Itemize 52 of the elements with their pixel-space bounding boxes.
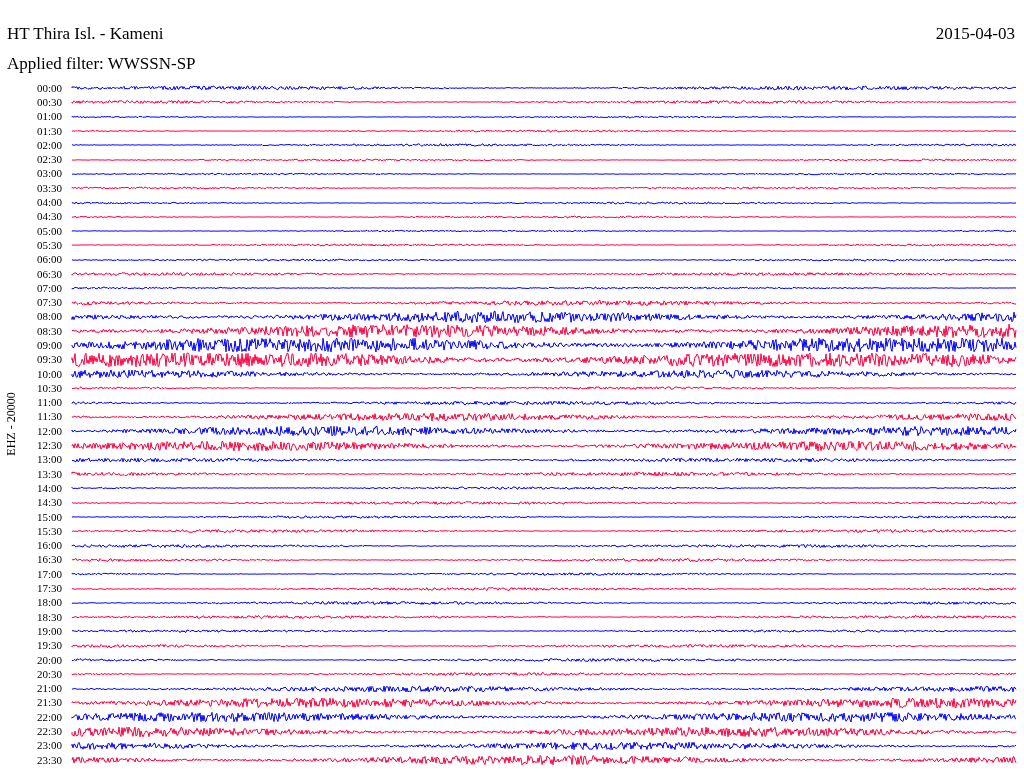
time-label: 06:00 [35,254,62,266]
time-label: 03:00 [35,168,62,180]
plot-title: HT Thira Isl. - Kameni [7,25,164,42]
time-label: 02:00 [35,139,62,151]
time-label: 11:30 [36,411,62,423]
time-label: 12:30 [35,440,62,452]
time-label: 07:30 [35,297,62,309]
time-label: 08:30 [35,325,62,337]
time-label: 22:30 [35,726,62,737]
time-label: 04:30 [35,211,62,223]
time-label: 15:30 [35,525,62,537]
time-label: 11:00 [36,397,62,409]
time-label: 20:30 [35,668,62,680]
time-label: 17:30 [35,583,62,595]
time-label: 21:00 [35,683,62,695]
time-label: 05:00 [35,225,62,237]
time-label: 22:00 [35,711,62,723]
time-label: 00:00 [35,82,62,94]
time-label: 01:30 [35,125,62,137]
time-label: 00:30 [35,96,62,108]
time-label: 13:30 [35,468,62,480]
time-label: 10:30 [35,382,62,394]
time-label: 07:00 [35,282,62,294]
time-label: 16:00 [35,540,62,552]
time-label: 06:30 [35,268,62,280]
plot-date: 2015-04-03 [935,25,1015,42]
time-label: 14:30 [35,497,62,509]
filter-label: Applied filter: WWSSN-SP [7,54,196,73]
time-label: 09:00 [35,340,62,351]
time-label: 13:00 [35,454,62,466]
time-label: 21:30 [35,697,62,709]
time-label: 03:30 [35,182,62,194]
time-label: 12:00 [35,425,62,437]
time-label: 23:30 [35,754,62,766]
time-label: 19:00 [35,625,62,637]
time-label: 16:30 [35,554,62,566]
time-label: 15:00 [35,511,62,523]
time-label: 19:30 [35,640,62,652]
time-label: 09:30 [35,354,62,366]
time-label: 05:30 [35,239,62,251]
time-label: 23:00 [35,740,62,752]
time-label: 14:00 [35,482,62,494]
time-label: 08:00 [35,311,62,323]
time-label: 20:00 [35,654,62,666]
time-label: 04:00 [35,197,62,208]
time-label: 10:00 [35,368,62,380]
time-label: 17:00 [35,568,62,580]
time-label: 01:00 [35,111,62,123]
time-label: 02:30 [35,154,62,166]
time-label: 18:30 [35,611,62,623]
axis-label: EHZ - 20000 [5,392,17,456]
time-label: 18:00 [35,597,62,609]
